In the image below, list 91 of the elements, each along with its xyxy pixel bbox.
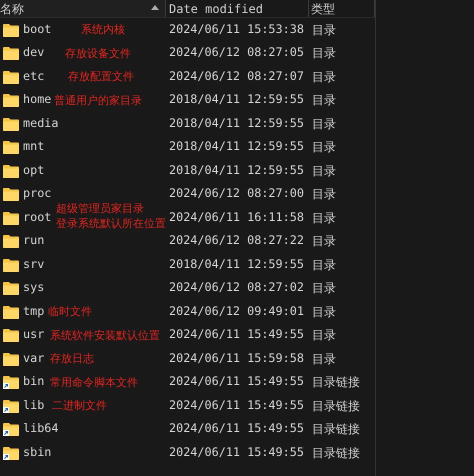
date-cell: 2024/06/12 08:27:00 <box>169 186 304 200</box>
date-cell: 2024/06/11 15:49:55 <box>169 327 304 342</box>
date-cell: 2018/04/11 12:59:55 <box>169 92 304 106</box>
date-cell: 2024/06/11 15:53:38 <box>169 22 304 36</box>
type-cell-text: 目录链接 <box>311 444 360 462</box>
date-cell: 2024/06/12 08:27:07 <box>169 68 304 83</box>
date-cell: 2024/06/12 08:27:05 <box>169 45 304 60</box>
file-name[interactable]: sys <box>23 279 44 298</box>
file-name[interactable]: dev <box>23 44 44 62</box>
date-cell: 2024/06/12 09:49:01 <box>169 304 304 318</box>
date-cell: 2024/06/12 08:27:22 <box>169 233 304 248</box>
type-cell-text: 目录 <box>311 22 336 39</box>
folder-shortcut-icon <box>3 398 19 413</box>
file-name[interactable]: lib <box>23 396 44 415</box>
annotation: 系统软件安装默认位置 <box>50 328 160 342</box>
date-cell: 2024/06/11 15:49:55 <box>169 444 304 459</box>
annotation: 普通用户的家目录 <box>54 94 142 106</box>
type-cell-text: 目录 <box>311 162 336 180</box>
file-name[interactable]: tmp <box>23 302 44 321</box>
type-cell-text: 目录 <box>311 116 336 133</box>
folder-icon <box>3 140 19 154</box>
file-name[interactable]: mnt <box>23 138 44 156</box>
folder-icon <box>3 328 19 342</box>
type-cell-text: 目录 <box>311 327 336 344</box>
annotation: 登录系统默认所在位置 <box>56 217 166 230</box>
folder-icon <box>3 258 19 272</box>
folder-shortcut-icon <box>3 446 19 460</box>
folder-icon <box>3 93 19 108</box>
annotation: 临时文件 <box>48 305 92 318</box>
folder-icon <box>3 234 19 248</box>
folder-icon <box>3 352 19 366</box>
date-cell: 2024/06/11 15:59:58 <box>169 350 304 365</box>
date-cell: 2018/04/11 12:59:55 <box>169 162 304 177</box>
folder-shortcut-icon <box>3 375 19 390</box>
folder-icon <box>3 187 19 202</box>
folder-icon <box>3 116 19 131</box>
folder-icon <box>3 210 19 225</box>
type-cell-text: 目录 <box>311 45 336 62</box>
annotation: 常用命令脚本文件 <box>50 376 138 388</box>
type-cell-text: 目录 <box>311 233 336 250</box>
type-cell-text: 目录 <box>311 304 336 321</box>
file-name[interactable]: proc <box>23 185 52 204</box>
type-cell-text: 目录 <box>311 186 336 204</box>
column-header[interactable]: Date modified <box>166 0 309 17</box>
folder-icon <box>3 22 19 37</box>
folder-icon <box>3 164 19 178</box>
file-name[interactable]: sbin <box>23 444 52 462</box>
type-cell-text: 目录 <box>311 210 336 227</box>
type-cell-text: 目录 <box>311 350 336 368</box>
type-cell-text: 目录 <box>311 280 336 298</box>
folder-icon <box>3 70 19 84</box>
file-name[interactable]: root <box>23 208 52 227</box>
file-name[interactable]: bin <box>23 373 44 392</box>
date-cell: 2024/06/11 15:49:55 <box>169 398 304 412</box>
annotation: 存放设备文件 <box>65 46 131 60</box>
annotation: 超级管理员家目录 <box>56 202 144 215</box>
folder-icon <box>3 304 19 319</box>
file-name[interactable]: boot <box>23 20 52 39</box>
file-name[interactable]: lib64 <box>23 420 59 438</box>
date-cell: 2024/06/11 15:49:55 <box>169 374 304 388</box>
date-cell: 2024/06/11 15:49:55 <box>169 421 304 436</box>
date-cell: 2018/04/11 12:59:55 <box>169 139 304 154</box>
column-header[interactable]: 类型 <box>309 0 375 17</box>
annotation: 二进制文件 <box>52 399 107 412</box>
folder-icon <box>3 281 19 296</box>
type-cell-text: 目录 <box>311 68 336 86</box>
sort-up-icon <box>151 5 159 10</box>
file-name[interactable]: run <box>23 232 44 250</box>
type-cell-text: 目录 <box>311 92 336 110</box>
annotation: 存放日志 <box>50 352 94 365</box>
folder-shortcut-icon <box>3 422 19 436</box>
file-name[interactable]: usr <box>23 326 44 344</box>
date-cell: 2024/06/11 16:11:58 <box>169 210 304 224</box>
annotation: 存放配置文件 <box>68 70 134 83</box>
file-name[interactable]: var <box>23 350 44 368</box>
type-cell-text: 目录链接 <box>311 374 360 392</box>
file-name[interactable]: media <box>23 114 59 133</box>
file-name[interactable]: etc <box>23 68 44 86</box>
type-cell-text: 目录链接 <box>311 421 360 438</box>
date-cell: 2018/04/11 12:59:55 <box>169 256 304 271</box>
folder-icon <box>3 46 19 60</box>
file-name[interactable]: srv <box>23 256 44 274</box>
file-name[interactable]: home <box>23 91 52 110</box>
type-cell-text: 目录 <box>311 139 336 156</box>
date-cell: 2018/04/11 12:59:55 <box>169 116 304 130</box>
type-cell-text: 目录 <box>311 256 336 274</box>
file-name[interactable]: opt <box>23 162 44 180</box>
type-cell-text: 目录链接 <box>311 398 360 415</box>
date-cell: 2024/06/12 08:27:02 <box>169 280 304 294</box>
column-header[interactable]: 名称 <box>0 0 166 17</box>
annotation: 系统内核 <box>81 23 125 36</box>
